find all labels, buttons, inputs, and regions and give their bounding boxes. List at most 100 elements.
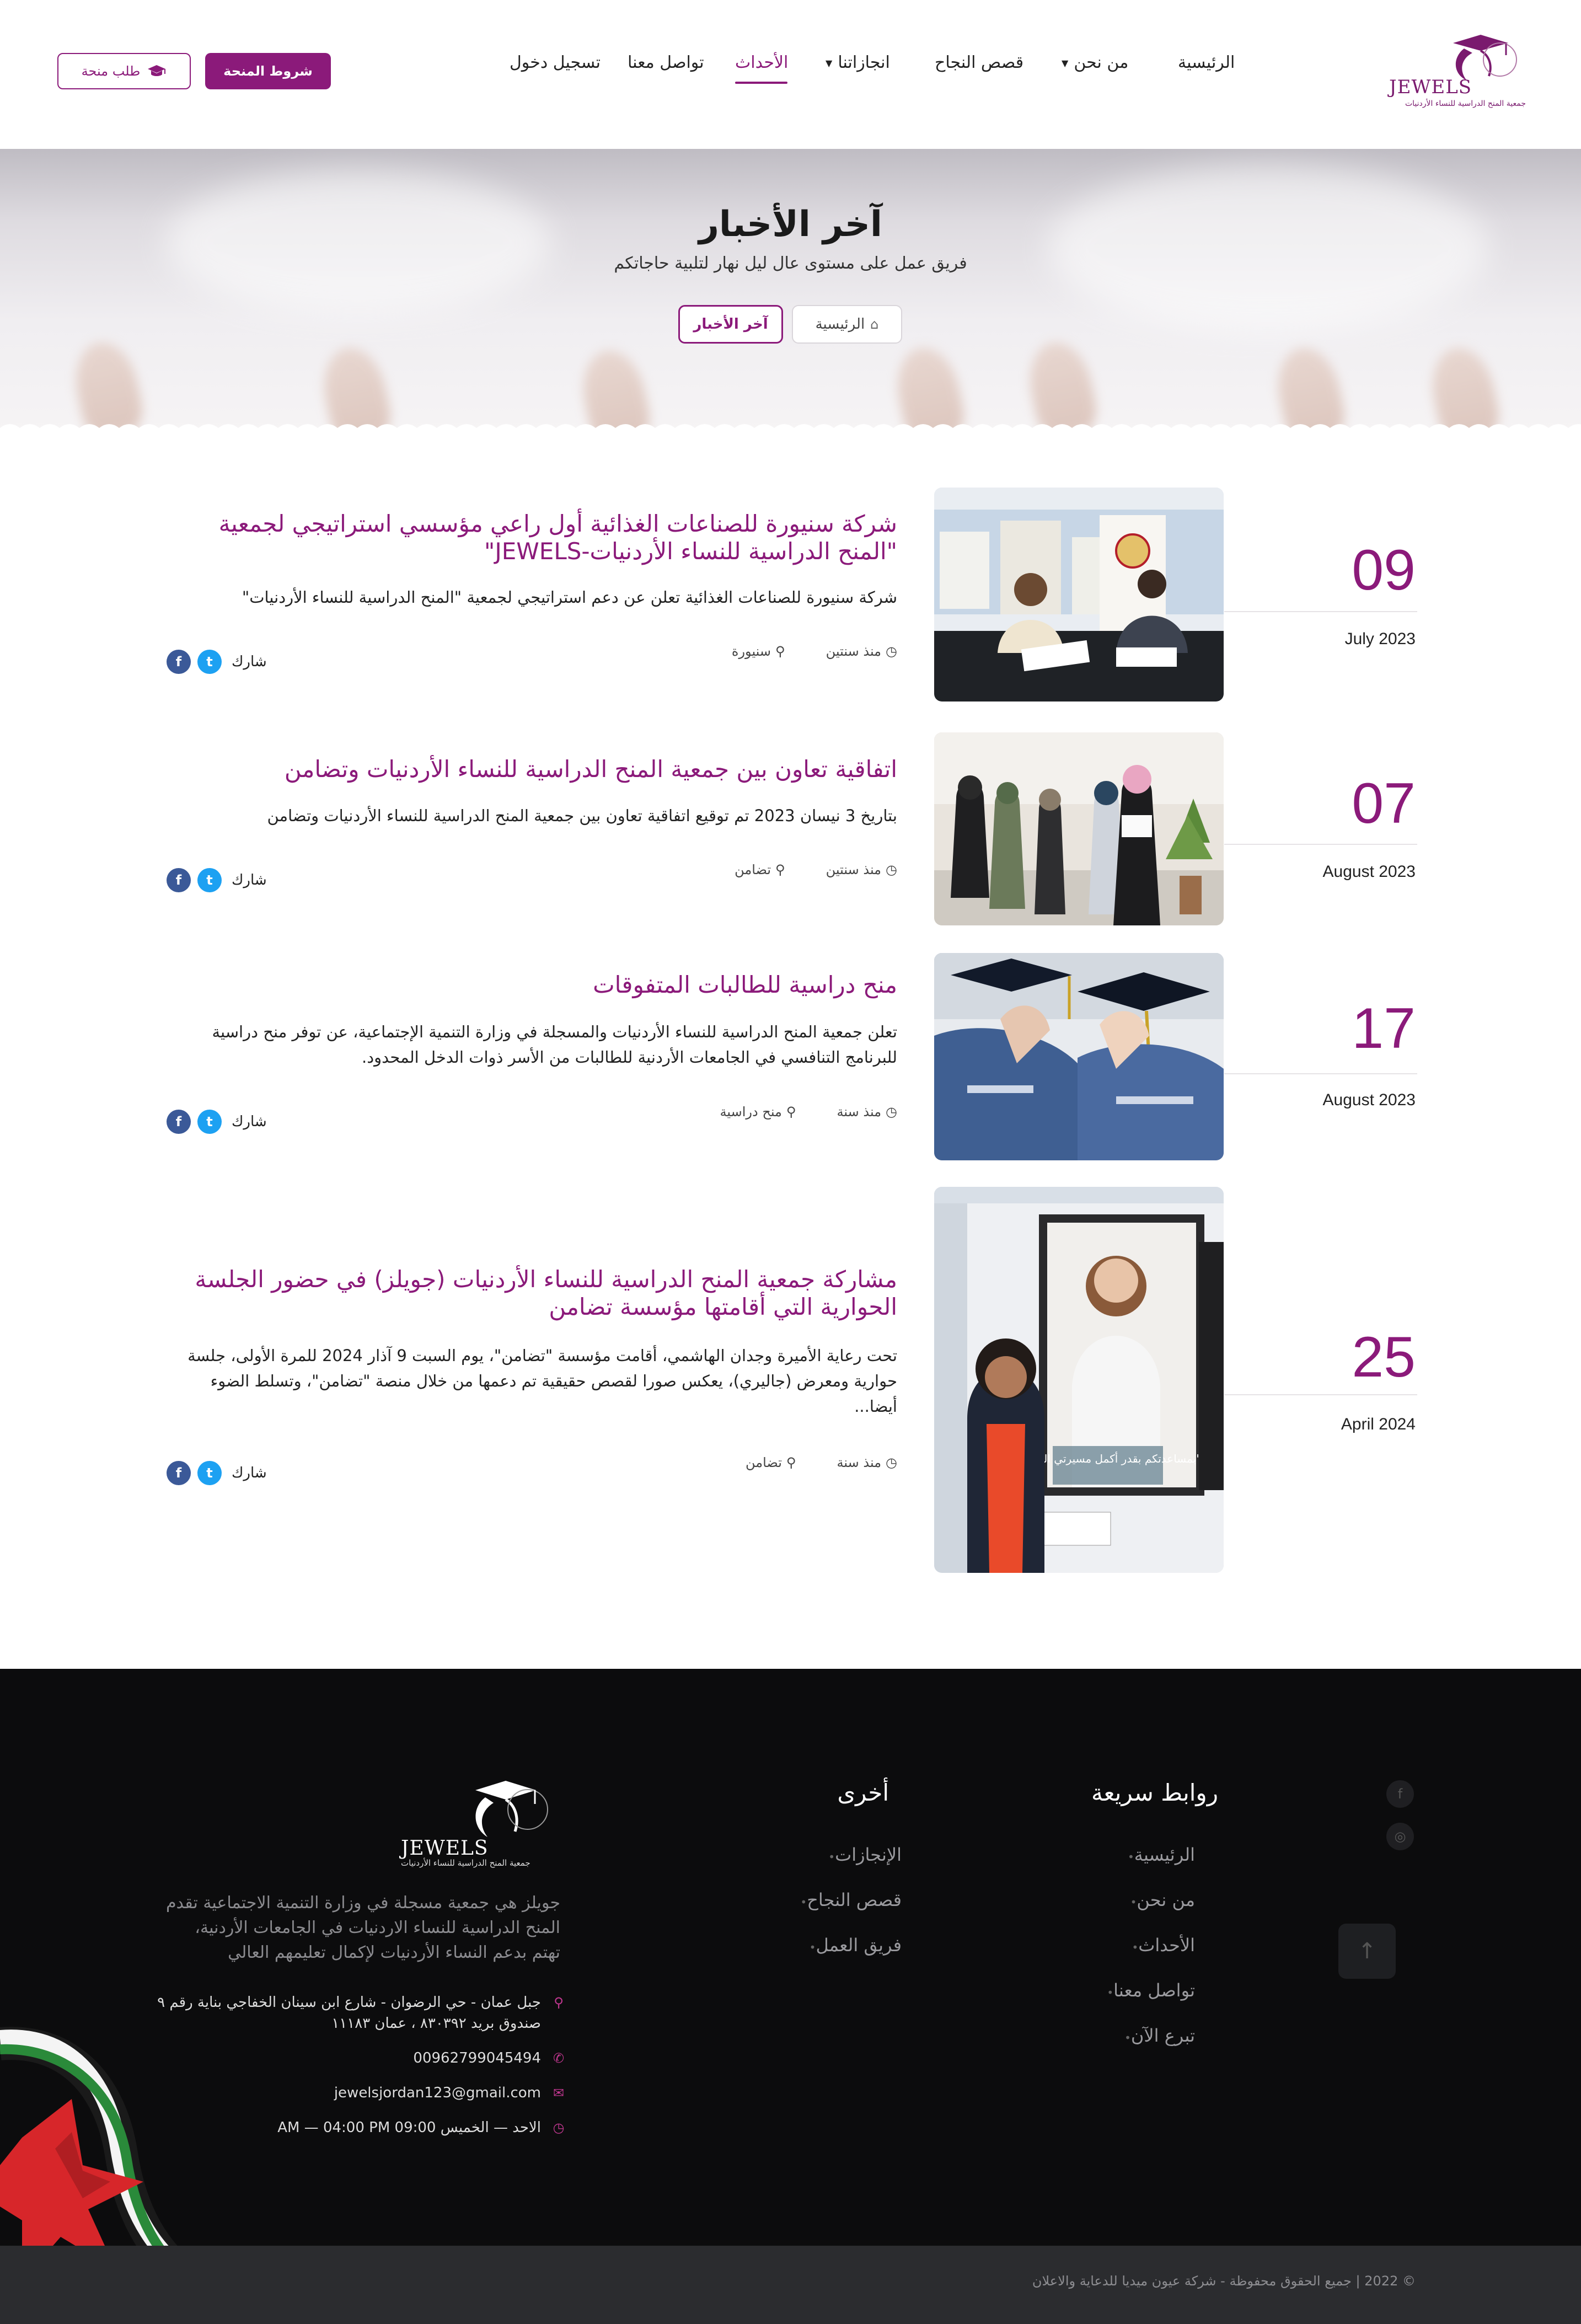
bullet-icon: • <box>809 1941 816 1954</box>
signing-photo <box>934 488 1224 702</box>
bullet-icon: • <box>800 1895 807 1909</box>
news-thumbnail[interactable]: "بمساعدتكم بقدر أكمل مسيرتي العلمية" <box>934 1187 1224 1573</box>
bullet-icon: • <box>1132 1941 1139 1954</box>
news-thumbnail[interactable] <box>934 732 1224 925</box>
news-thumbnail[interactable] <box>934 953 1224 1160</box>
footer-link-success[interactable]: قصص النجاح• <box>792 1889 902 1910</box>
facebook-share-icon[interactable]: f <box>167 650 191 674</box>
nav-contact-label: تواصل معنا <box>628 53 704 72</box>
news-thumbnail[interactable] <box>934 488 1224 702</box>
news-location-label: تضامن <box>735 862 771 877</box>
hero-bg-shape <box>1048 165 1489 331</box>
graduation-cap-icon <box>148 65 166 76</box>
page-subtitle: فريق عمل على مستوى عال ليل نهار لتلبية ح… <box>614 254 967 273</box>
date-divider <box>1224 844 1417 845</box>
graduation-photo <box>934 953 1224 1160</box>
facebook-share-icon[interactable]: f <box>167 1110 191 1134</box>
news-location-label: سنيورة <box>731 644 771 659</box>
logo-subtitle: جمعية المنح الدراسية للنساء الأردنيات <box>1405 99 1526 108</box>
location-pin-icon: ⚲ <box>554 1995 564 2010</box>
twitter-share-icon[interactable]: t <box>197 1110 222 1134</box>
nav-login[interactable]: تسجيل دخول <box>510 53 601 72</box>
footer-link-label: الإنجازات <box>835 1844 902 1865</box>
apply-scholarship-button[interactable]: طلب منحة <box>57 53 191 89</box>
instagram-icon[interactable]: ◎ <box>1386 1823 1414 1850</box>
share-group: f t شارك <box>167 868 267 892</box>
news-date-day: 25 <box>1352 1325 1416 1389</box>
copyright-text: © 2022 | جميع الحقوق محفوظة - شركة عيون … <box>1032 2273 1416 2289</box>
share-label: شارك <box>232 1465 267 1481</box>
news-location: ⚲ تضامن <box>746 1455 796 1470</box>
twitter-share-icon[interactable]: t <box>197 650 222 674</box>
nav-about[interactable]: من نحن ▼ <box>1062 53 1128 72</box>
nav-achievements[interactable]: انجازاتنا ▼ <box>826 53 890 72</box>
news-location: ⚲ سنيورة <box>732 644 785 659</box>
nav-home-label: الرئيسية <box>1178 53 1235 72</box>
twitter-share-icon[interactable]: t <box>197 868 222 892</box>
nav-achievements-label: انجازاتنا <box>838 53 890 72</box>
nav-success-label: قصص النجاح <box>935 53 1024 72</box>
news-meta: ◷ منذ سنتين ⚲ سنيورة <box>732 644 897 659</box>
other-links-title: أخرى <box>837 1779 889 1806</box>
footer-link-label: قصص النجاح <box>807 1889 902 1910</box>
copyright-bar: © 2022 | جميع الحقوق محفوظة - شركة عيون … <box>0 2246 1581 2324</box>
news-title[interactable]: شركة سنيورة للصناعات الغذائية أول راعي م… <box>164 510 897 565</box>
news-location: ⚲ تضامن <box>735 862 785 877</box>
nav-active-indicator <box>735 82 787 84</box>
news-date-month: July 2023 <box>1344 630 1416 648</box>
facebook-icon[interactable]: f <box>1386 1780 1414 1808</box>
location-pin-icon: ⚲ <box>775 862 785 877</box>
nav-events[interactable]: الأحداث <box>735 53 788 72</box>
footer-link-achievements[interactable]: الإنجازات• <box>821 1844 902 1865</box>
share-label: شارك <box>232 654 267 670</box>
news-date-day: 17 <box>1352 997 1416 1061</box>
footer-link-contact[interactable]: تواصل معنا• <box>1099 1980 1195 2001</box>
news-time: ◷ منذ سنتين <box>826 862 897 877</box>
footer-link-events[interactable]: الأحداث• <box>1124 1935 1195 1956</box>
logo-brand: JEWELS <box>1389 76 1472 98</box>
news-location-label: تضامن <box>745 1455 782 1470</box>
breadcrumb-home-label: الرئيسية <box>815 316 865 333</box>
nav-about-label: من نحن <box>1074 53 1129 72</box>
footer-logo[interactable]: JEWELS جمعية المنح الدراسية للنساء الأرد… <box>393 1776 564 1881</box>
news-excerpt: شركة سنيورة للصناعات الغذائية تعلن عن دع… <box>242 588 897 607</box>
arrow-up-icon: ↑ <box>1358 1939 1376 1964</box>
nav-home[interactable]: الرئيسية <box>1178 53 1235 72</box>
footer-link-donate[interactable]: تبرع الآن• <box>1117 2025 1195 2046</box>
nav-login-label: تسجيل دخول <box>510 53 601 72</box>
footer-link-home[interactable]: الرئيسية• <box>1120 1844 1195 1865</box>
twitter-share-icon[interactable]: t <box>197 1461 222 1485</box>
nav-contact[interactable]: تواصل معنا <box>628 53 704 72</box>
scholarship-terms-button[interactable]: شروط المنحة <box>205 53 331 89</box>
date-divider <box>1224 1073 1417 1074</box>
chevron-down-icon: ▼ <box>1062 58 1069 68</box>
news-title[interactable]: منح دراسية للطالبات المتفوقات <box>164 971 897 999</box>
news-date-month: August 2023 <box>1322 863 1416 881</box>
news-time-label: منذ سنة <box>837 1455 882 1470</box>
facebook-share-icon[interactable]: f <box>167 1461 191 1485</box>
facebook-share-icon[interactable]: f <box>167 868 191 892</box>
news-time-label: منذ سنتين <box>826 644 882 659</box>
news-date-day: 07 <box>1352 772 1416 836</box>
footer-link-team[interactable]: فريق العمل• <box>802 1935 902 1956</box>
quick-links-title: روابط سريعة <box>1091 1779 1218 1806</box>
footer-logo-subtitle: جمعية المنح الدراسية للنساء الأردنيات <box>401 1858 530 1868</box>
footer-link-about[interactable]: من نحن• <box>1123 1889 1195 1910</box>
news-time: ◷ منذ سنة <box>837 1455 898 1470</box>
news-title[interactable]: مشاركة جمعية المنح الدراسية للنساء الأرد… <box>164 1266 897 1321</box>
breadcrumb-current-label: آخر الأخبار <box>693 316 768 333</box>
hero-wave-divider <box>0 424 1581 436</box>
share-group: f t شارك <box>167 1461 267 1485</box>
breadcrumb-home[interactable]: ⌂ الرئيسية <box>792 305 902 344</box>
share-label: شارك <box>232 1113 267 1130</box>
scroll-to-top-button[interactable]: ↑ <box>1338 1924 1396 1979</box>
bullet-icon: • <box>1107 1986 1114 1999</box>
group-photo <box>934 732 1224 925</box>
nav-success-stories[interactable]: قصص النجاح <box>935 53 1023 72</box>
news-time: ◷ منذ سنة <box>837 1104 898 1120</box>
news-date-month: April 2024 <box>1341 1415 1416 1433</box>
news-title[interactable]: اتفاقية تعاون بين جمعية المنح الدراسية ل… <box>164 756 897 783</box>
site-logo[interactable]: JEWELS جمعية المنح الدراسية للنساء الأرد… <box>1370 32 1528 115</box>
news-time: ◷ منذ سنتين <box>826 644 897 659</box>
footer-link-label: تواصل معنا <box>1113 1980 1195 2001</box>
